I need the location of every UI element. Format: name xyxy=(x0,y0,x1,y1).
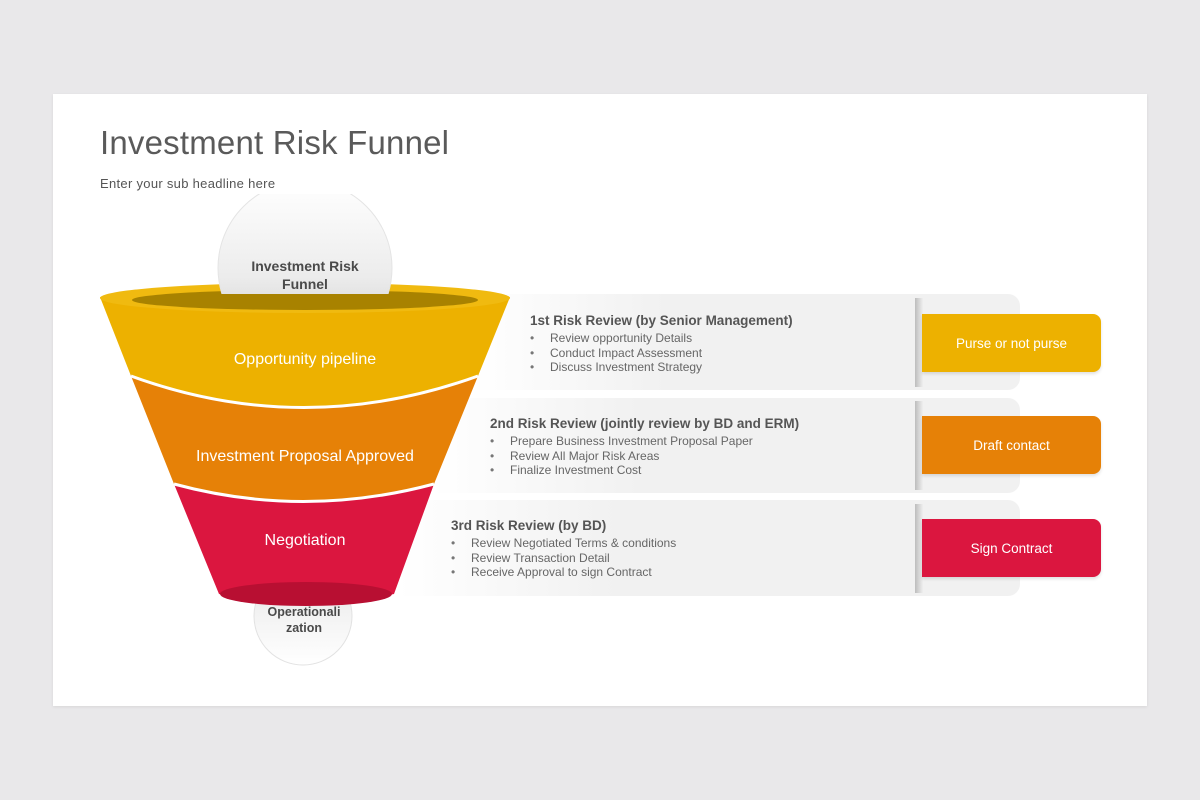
funnel-graphic xyxy=(100,194,510,666)
slide: Investment Risk Funnel Enter your sub he… xyxy=(53,94,1147,706)
review-3-list: Review Negotiated Terms & conditions Rev… xyxy=(451,536,676,580)
stage-label-pipeline: Opportunity pipeline xyxy=(233,351,377,368)
review-2-heading: 2nd Risk Review (jointly review by BD an… xyxy=(490,416,800,431)
review-1-heading: 1st Risk Review (by Senior Management) xyxy=(530,313,793,328)
outcome-tag-2-label: Draft contact xyxy=(973,437,1050,453)
stage-label-negotiation: Negotiation xyxy=(264,532,346,549)
review-3-item: Review Negotiated Terms & conditions xyxy=(451,536,676,551)
review-2-list: Prepare Business Investment Proposal Pap… xyxy=(490,434,799,478)
review-1-item: Discuss Investment Strategy xyxy=(530,360,793,375)
review-3-item: Receive Approval to sign Contract xyxy=(451,565,676,580)
funnel-tip-ellipse xyxy=(220,582,392,606)
outcome-tag-1-label: Purse or not purse xyxy=(955,335,1068,351)
review-1-item: Review opportunity Details xyxy=(530,331,793,346)
outcome-tag-3-label: Sign Contract xyxy=(970,540,1053,556)
review-1-item: Conduct Impact Assessment xyxy=(530,346,793,361)
stage-label-proposal: Investment Proposal Approved xyxy=(196,448,414,465)
review-3-item: Review Transaction Detail xyxy=(451,551,676,566)
review-2-item: Finalize Investment Cost xyxy=(490,463,799,478)
review-2-item: Review All Major Risk Areas xyxy=(490,449,799,464)
bottom-ball-label: Operationalization xyxy=(267,605,341,635)
outcome-tag-2: Draft contact xyxy=(922,416,1101,474)
review-2-item: Prepare Business Investment Proposal Pap… xyxy=(490,434,799,449)
review-3-content: 3rd Risk Review (by BD) Review Negotiate… xyxy=(451,518,676,580)
outcome-tag-1: Purse or not purse xyxy=(922,314,1101,372)
review-1-list: Review opportunity Details Conduct Impac… xyxy=(530,331,793,375)
outcome-tag-3: Sign Contract xyxy=(922,519,1101,577)
review-3-heading: 3rd Risk Review (by BD) xyxy=(451,518,607,533)
top-ball-label: Investment Risk Funnel xyxy=(251,258,359,292)
review-1-content: 1st Risk Review (by Senior Management) R… xyxy=(530,313,793,375)
review-2-content: 2nd Risk Review (jointly review by BD an… xyxy=(490,416,799,478)
